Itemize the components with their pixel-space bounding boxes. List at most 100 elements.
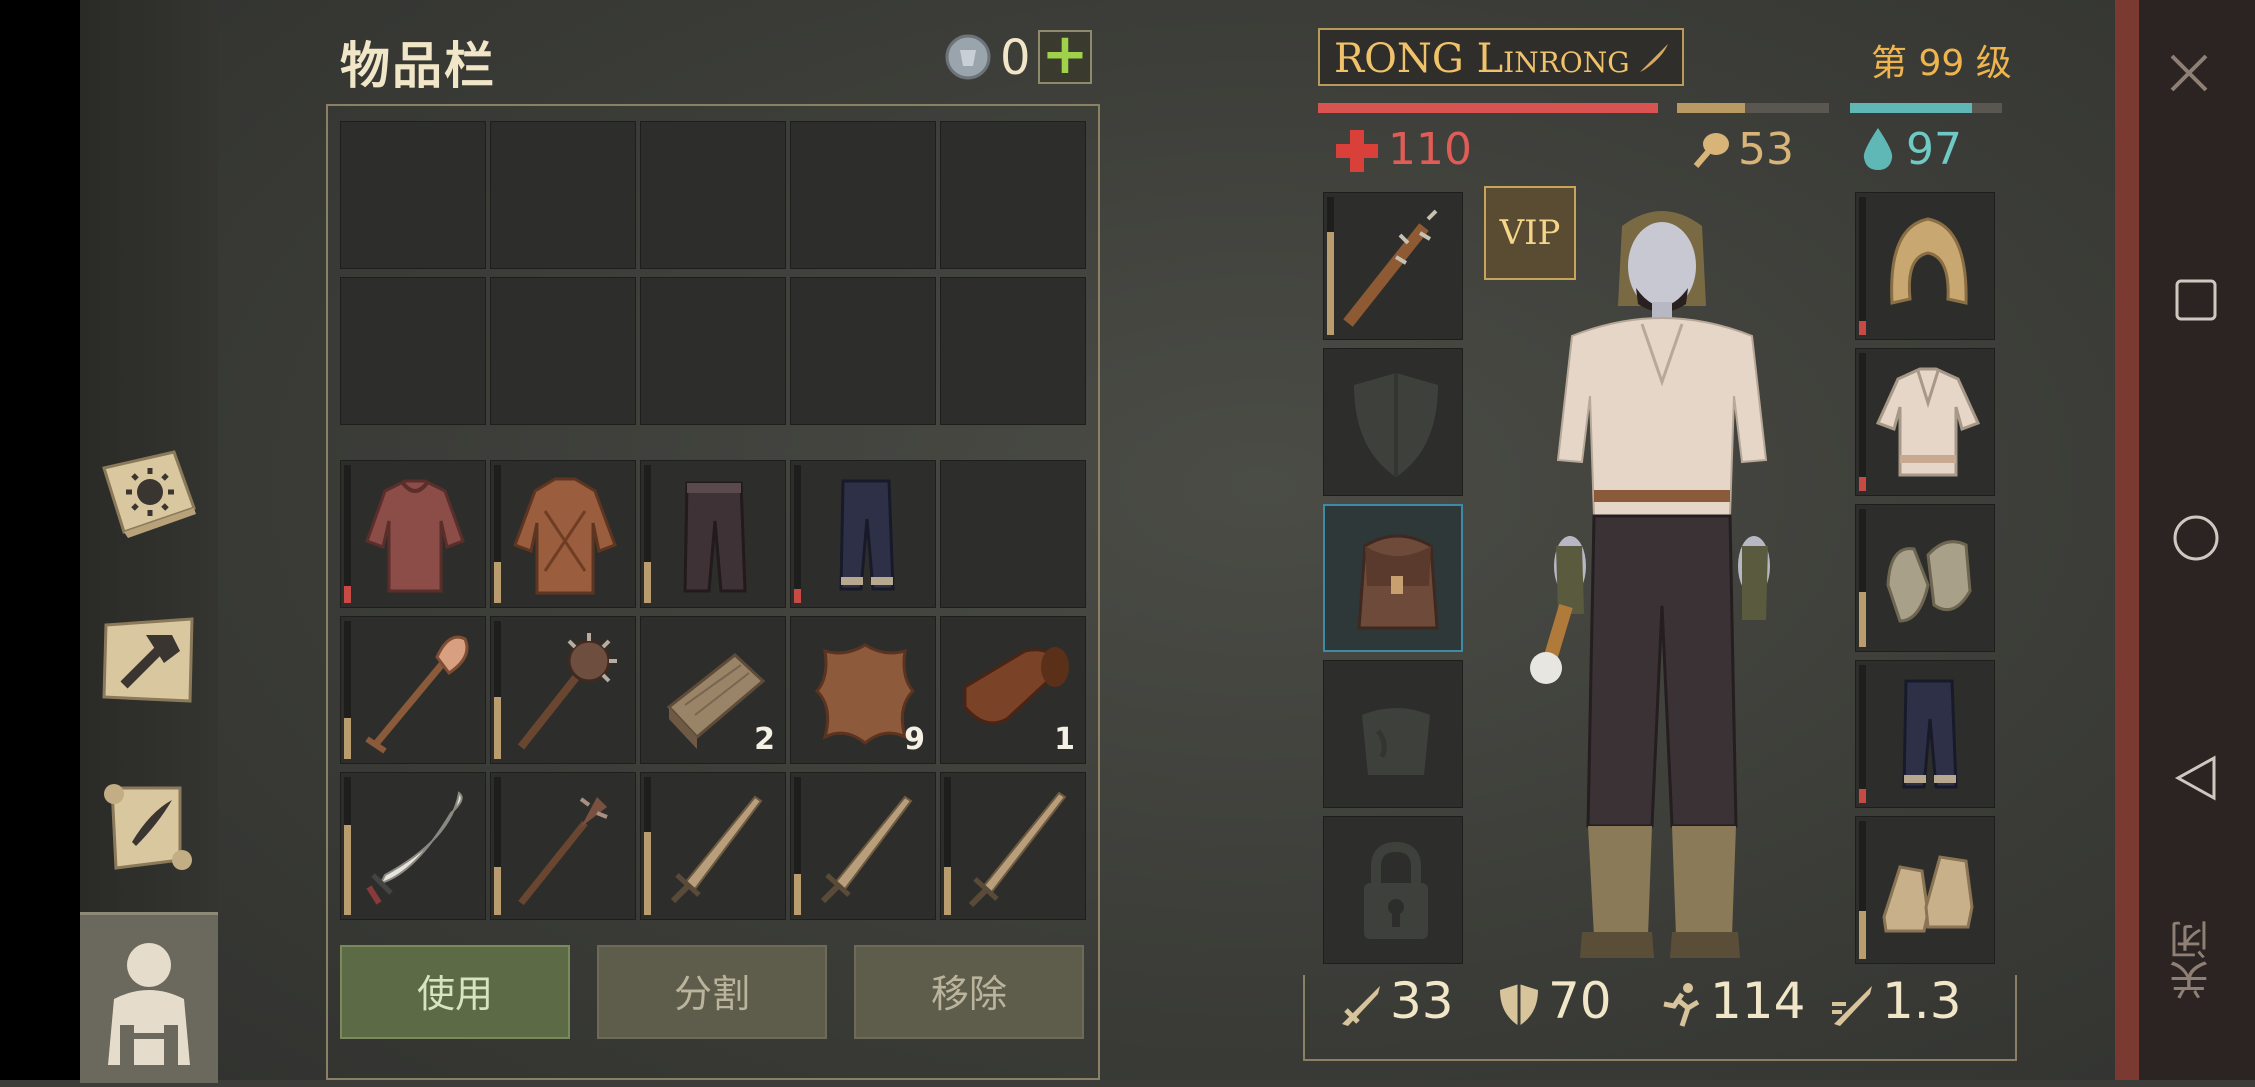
inventory-slot[interactable] — [790, 460, 936, 608]
durability-bar — [644, 465, 651, 603]
durability-bar — [794, 777, 801, 915]
use-button[interactable]: 使用 — [340, 945, 570, 1039]
feet-slot[interactable] — [1855, 816, 1995, 964]
durability-bar — [1327, 197, 1334, 335]
chest-slot[interactable] — [1855, 348, 1995, 496]
attack-speed-value: 1.3 — [1882, 972, 1962, 1030]
storage-slot[interactable] — [640, 121, 786, 269]
inventory-slot[interactable] — [340, 772, 486, 920]
add-coins-button[interactable]: + — [1038, 27, 1092, 84]
long-sword-icon — [968, 791, 1067, 908]
split-button[interactable]: 分割 — [597, 945, 827, 1039]
lock-icon — [1364, 841, 1428, 939]
inventory-slot[interactable] — [340, 616, 486, 764]
morning-star-mace-icon — [517, 633, 617, 750]
health-bar — [1318, 103, 1658, 113]
character-tab[interactable] — [80, 912, 218, 1083]
short-sword-icon — [670, 795, 763, 904]
durability-bar — [1859, 509, 1866, 647]
shield-placeholder-icon — [1354, 373, 1438, 477]
food-bar — [1677, 103, 1829, 113]
durability-bar — [494, 465, 501, 603]
journal-book-icon[interactable] — [94, 438, 204, 548]
water-drop-icon — [1863, 128, 1893, 170]
back-icon[interactable] — [2174, 754, 2218, 802]
inventory-slot[interactable] — [490, 616, 636, 764]
durability-bar — [494, 621, 501, 759]
inventory-slot[interactable] — [940, 460, 1086, 608]
durability-bar — [344, 621, 351, 759]
inventory-slot[interactable] — [490, 772, 636, 920]
close-icon[interactable] — [2166, 50, 2212, 96]
inventory-slot[interactable] — [940, 772, 1086, 920]
health-cross-icon — [1336, 130, 1378, 172]
quest-scroll-icon[interactable] — [94, 772, 204, 882]
weapon-slot[interactable] — [1323, 192, 1463, 340]
backpack-slot[interactable] — [1323, 504, 1463, 652]
cloth-pants-icon — [839, 479, 895, 591]
shield-slot[interactable] — [1323, 348, 1463, 496]
storage-slot[interactable] — [490, 277, 636, 425]
head-slot[interactable] — [1855, 192, 1995, 340]
item-count: 1 — [1054, 722, 1075, 757]
storage-slot[interactable] — [940, 121, 1086, 269]
side-menu — [80, 0, 221, 1083]
durability-bar — [494, 777, 501, 915]
character-figure — [1530, 211, 1770, 958]
close-strip — [2115, 0, 2139, 1080]
scimitar-icon — [366, 791, 463, 905]
short-sword-icon — [820, 795, 913, 904]
legs-slot[interactable] — [1855, 660, 1995, 808]
storage-slot[interactable] — [490, 121, 636, 269]
water-bar — [1850, 103, 2002, 113]
inventory-slot[interactable] — [640, 460, 786, 608]
character-name: RONG Linrong — [1334, 36, 1630, 82]
spiked-mace-icon — [518, 797, 608, 906]
inventory-slot[interactable]: 1 — [940, 616, 1086, 764]
screen-edge — [0, 0, 80, 1080]
crafting-hammer-icon[interactable] — [94, 605, 204, 715]
pouch-placeholder-icon — [1362, 708, 1430, 775]
hands-slot[interactable] — [1855, 504, 1995, 652]
gloves-icon — [1886, 540, 1972, 623]
inventory-slot[interactable]: 9 — [790, 616, 936, 764]
edit-quill-icon[interactable] — [1636, 40, 1672, 76]
linen-shirt-icon — [1875, 367, 1981, 477]
character-level: 第 99 级 — [1871, 43, 2012, 84]
character-name-box[interactable]: RONG Linrong — [1318, 28, 1684, 86]
storage-slot[interactable] — [340, 277, 486, 425]
food-drumstick-icon — [1693, 133, 1729, 168]
inventory-slot[interactable] — [790, 772, 936, 920]
hood-icon — [1890, 217, 1968, 305]
storage-slot[interactable] — [940, 277, 1086, 425]
close-label[interactable]: 关闭 — [2164, 920, 2224, 1000]
defense-value: 70 — [1548, 972, 1612, 1030]
remove-button[interactable]: 移除 — [854, 945, 1084, 1039]
chainmail-shirt-icon — [365, 479, 465, 593]
storage-slot[interactable] — [640, 277, 786, 425]
storage-slot[interactable] — [790, 277, 936, 425]
storage-slot[interactable] — [340, 121, 486, 269]
durability-bar — [344, 465, 351, 603]
durability-bar — [644, 777, 651, 915]
durability-bar — [1859, 197, 1866, 335]
inventory-title: 物品栏 — [340, 37, 496, 95]
item-count: 9 — [904, 722, 925, 757]
health-value: 110 — [1388, 124, 1472, 175]
inventory-slot[interactable] — [340, 460, 486, 608]
club-weapon-icon — [1343, 209, 1438, 327]
trousers-icon — [1902, 679, 1958, 789]
pouch-slot[interactable] — [1323, 660, 1463, 808]
attack-value: 33 — [1390, 972, 1454, 1030]
inventory-slot[interactable] — [640, 772, 786, 920]
inventory-slot[interactable] — [490, 460, 636, 608]
locked-slot[interactable] — [1323, 816, 1463, 964]
boots-icon — [1882, 855, 1974, 933]
shovel-icon — [365, 635, 469, 754]
recent-apps-icon[interactable] — [2174, 278, 2218, 322]
backpack-icon — [1357, 534, 1439, 630]
home-icon[interactable] — [2172, 514, 2220, 562]
inventory-slot[interactable]: 2 — [640, 616, 786, 764]
durability-bar — [944, 777, 951, 915]
storage-slot[interactable] — [790, 121, 936, 269]
